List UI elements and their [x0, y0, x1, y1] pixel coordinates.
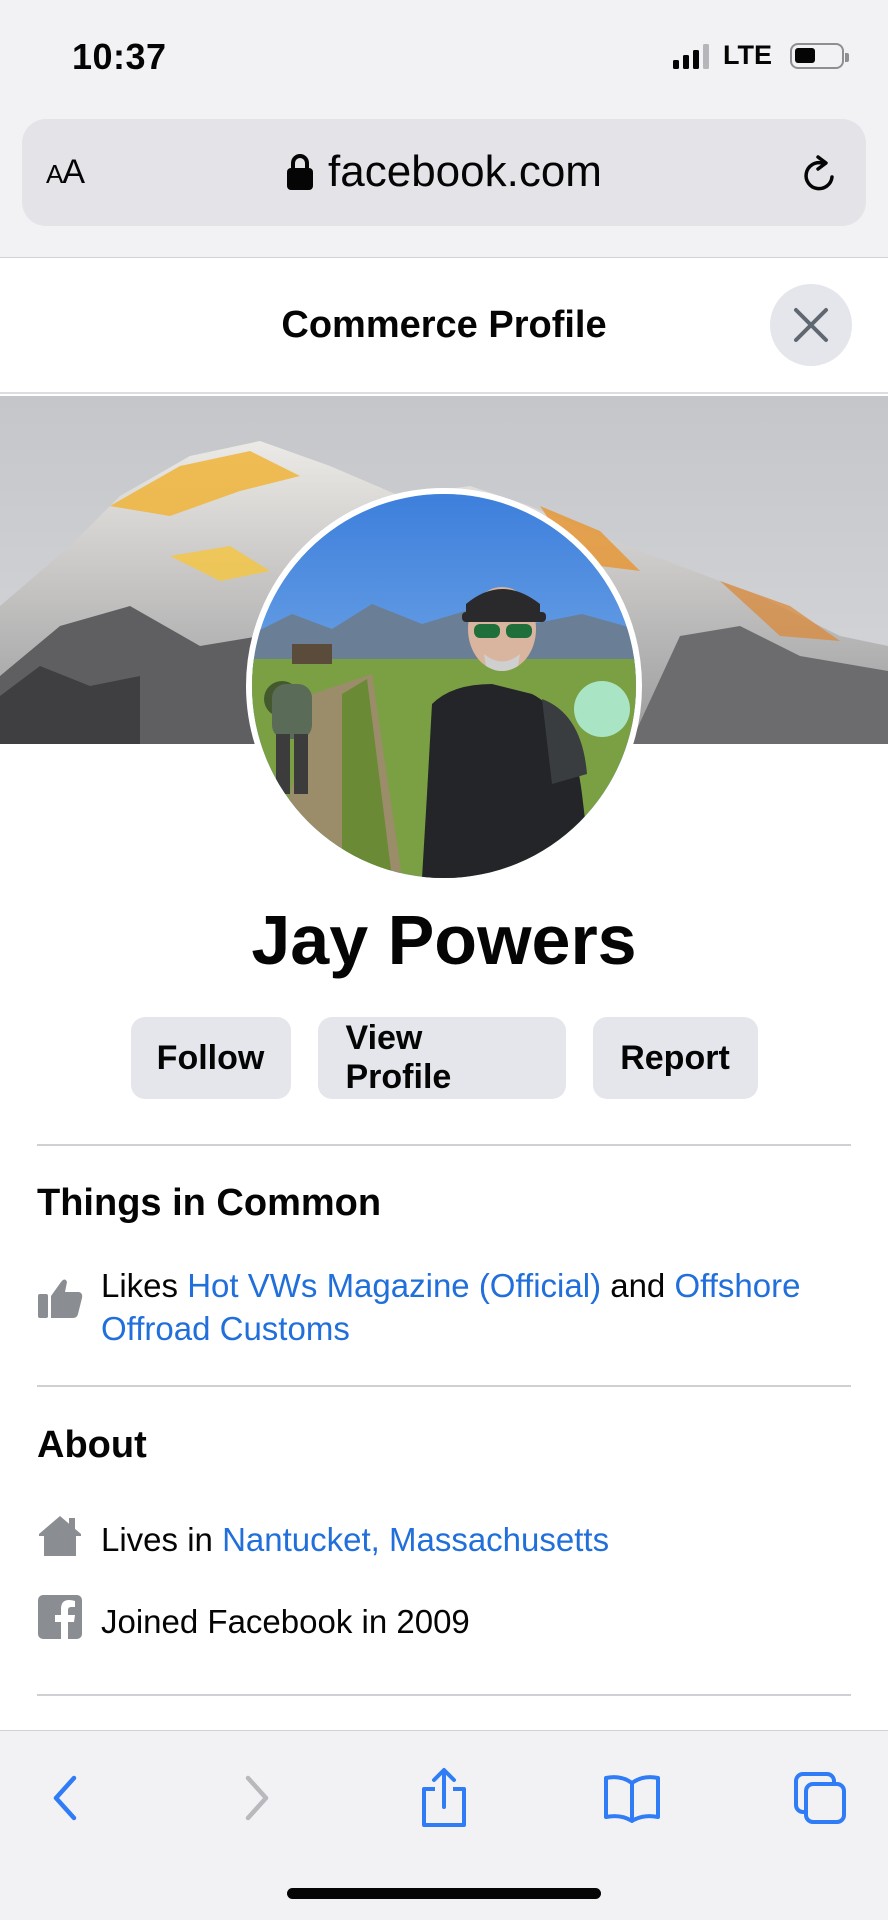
divider	[37, 1385, 851, 1387]
lives-prefix: Lives in	[101, 1521, 223, 1558]
address-bar[interactable]: AA facebook.com	[22, 119, 866, 226]
follow-button[interactable]: Follow	[130, 1017, 291, 1099]
common-likes-row: Likes Hot VWs Magazine (Official) and Of…	[37, 1264, 857, 1350]
page-title: Commerce Profile	[281, 304, 607, 346]
home-indicator[interactable]	[287, 1888, 601, 1899]
tabs-icon	[794, 1772, 846, 1824]
avatar[interactable]	[246, 488, 642, 884]
view-profile-button[interactable]: View Profile	[317, 1017, 566, 1099]
divider	[37, 1144, 851, 1146]
facebook-icon	[38, 1595, 82, 1639]
share-button[interactable]	[409, 1763, 479, 1833]
back-icon	[53, 1775, 77, 1821]
home-icon	[39, 1516, 81, 1556]
thumbs-up-icon	[38, 1279, 83, 1318]
network-label: LTE	[723, 40, 772, 70]
profile-actions: Follow View Profile Report	[0, 1017, 888, 1099]
lives-in-text: Lives in Nantucket, Massachusetts	[101, 1518, 609, 1561]
joined-text: Joined Facebook in 2009	[101, 1603, 470, 1640]
signal-icon	[673, 43, 709, 69]
joined-row: Joined Facebook in 2009	[37, 1595, 857, 1643]
likes-conjunction: and	[601, 1267, 675, 1304]
url-text: facebook.com	[328, 147, 602, 196]
report-button[interactable]: Report	[592, 1017, 758, 1099]
divider	[37, 1694, 851, 1696]
status-indicators: LTE	[673, 40, 849, 71]
modal-header: Commerce Profile	[0, 258, 888, 394]
reload-icon[interactable]	[800, 155, 840, 195]
forward-icon	[245, 1775, 269, 1821]
about-title: About	[37, 1424, 147, 1466]
status-time: 10:37	[72, 36, 167, 77]
profile-photo	[252, 494, 636, 878]
profile-name: Jay Powers	[251, 901, 637, 979]
tabs-button[interactable]	[785, 1763, 855, 1833]
close-button[interactable]	[770, 284, 852, 366]
like-link-hot-vws[interactable]: Hot VWs Magazine (Official)	[187, 1267, 601, 1304]
status-bar: 10:37 LTE	[0, 0, 888, 112]
browser-address-area: AA facebook.com	[0, 112, 888, 258]
share-icon	[422, 1768, 466, 1827]
url-display[interactable]: facebook.com	[22, 147, 866, 197]
likes-prefix: Likes	[101, 1267, 188, 1304]
forward-button[interactable]	[222, 1763, 292, 1833]
bookmarks-icon	[604, 1775, 660, 1823]
lives-in-row: Lives in Nantucket, Massachusetts	[37, 1516, 857, 1561]
bookmarks-button[interactable]	[597, 1763, 667, 1833]
close-icon	[794, 308, 828, 342]
common-likes-text: Likes Hot VWs Magazine (Official) and Of…	[101, 1264, 857, 1350]
location-link[interactable]: Nantucket, Massachusetts	[222, 1521, 609, 1558]
things-in-common-title: Things in Common	[37, 1182, 382, 1224]
lock-icon	[287, 154, 314, 190]
back-button[interactable]	[30, 1763, 100, 1833]
battery-icon	[790, 42, 849, 69]
